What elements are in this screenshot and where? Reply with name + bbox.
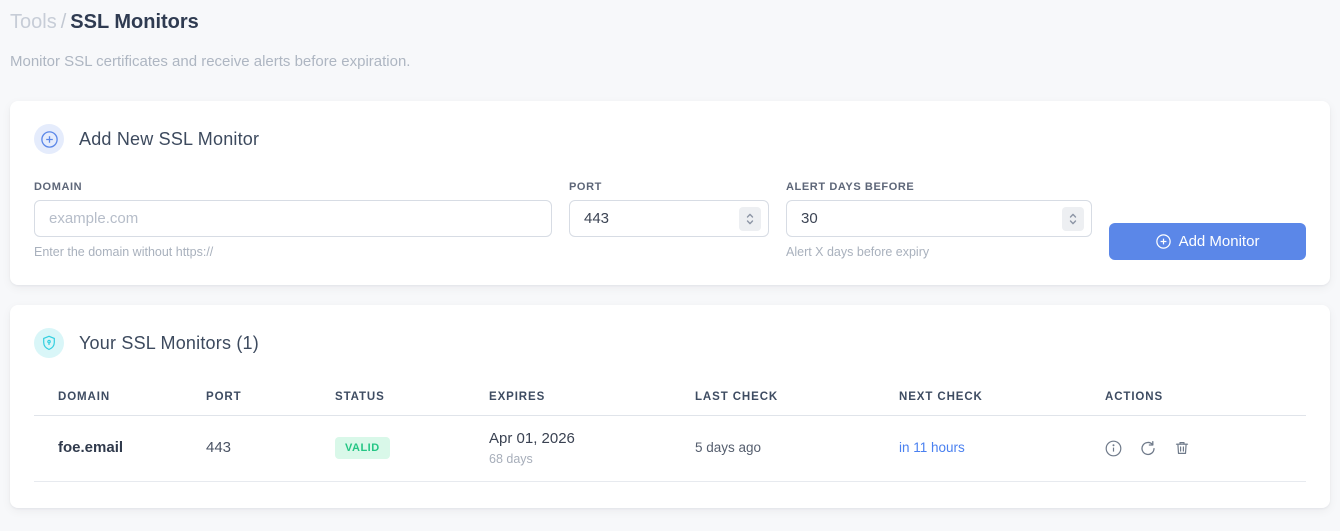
port-field-group: PORT bbox=[569, 181, 769, 260]
monitors-list-title: Your SSL Monitors (1) bbox=[79, 332, 259, 353]
page-title: SSL Monitors bbox=[70, 11, 199, 33]
add-monitor-card: Add New SSL Monitor DOMAIN Enter the dom… bbox=[10, 101, 1330, 285]
plus-circle-icon bbox=[1155, 234, 1171, 249]
column-header-expires: EXPIRES bbox=[489, 391, 695, 416]
add-monitor-form: DOMAIN Enter the domain without https://… bbox=[34, 181, 1306, 260]
column-header-port: PORT bbox=[206, 391, 335, 416]
domain-helper-text: Enter the domain without https:// bbox=[34, 245, 214, 259]
port-label: PORT bbox=[569, 181, 602, 193]
breadcrumb: Tools / SSL Monitors bbox=[10, 8, 1330, 36]
alert-days-input[interactable] bbox=[786, 200, 1092, 237]
row-actions bbox=[1105, 440, 1298, 457]
add-monitor-title: Add New SSL Monitor bbox=[79, 128, 260, 149]
submit-column: Add Monitor bbox=[1109, 181, 1306, 260]
monitor-domain: foe.email bbox=[58, 439, 124, 456]
monitor-next-check: in 11 hours bbox=[899, 440, 965, 455]
monitors-table: DOMAIN PORT STATUS EXPIRES LAST CHECK NE… bbox=[34, 391, 1306, 482]
table-header-row: DOMAIN PORT STATUS EXPIRES LAST CHECK NE… bbox=[34, 391, 1306, 416]
alert-days-field-group: ALERT DAYS BEFORE Alert X days before ex… bbox=[786, 181, 1092, 260]
add-monitor-card-header: Add New SSL Monitor bbox=[34, 124, 1306, 154]
breadcrumb-tools-link[interactable]: Tools bbox=[10, 11, 57, 33]
monitors-list-card: Your SSL Monitors (1) DOMAIN PORT STATUS… bbox=[10, 305, 1330, 508]
table-row: foe.email 443 VALID Apr 01, 2026 68 days… bbox=[34, 415, 1306, 482]
domain-input[interactable] bbox=[34, 200, 552, 237]
alert-days-helper-text: Alert X days before expiry bbox=[786, 245, 930, 259]
monitors-card-header: Your SSL Monitors (1) bbox=[34, 328, 1306, 358]
column-header-domain: DOMAIN bbox=[34, 391, 206, 416]
domain-label: DOMAIN bbox=[34, 181, 83, 193]
monitor-expiry-date: Apr 01, 2026 bbox=[489, 430, 575, 447]
monitor-last-check: 5 days ago bbox=[695, 440, 762, 455]
add-monitor-button-label: Add Monitor bbox=[1178, 233, 1260, 250]
monitor-expiry-days: 68 days bbox=[489, 452, 533, 466]
column-header-next-check: NEXT CHECK bbox=[899, 391, 1105, 416]
column-header-last-check: LAST CHECK bbox=[695, 391, 899, 416]
port-stepper[interactable] bbox=[739, 206, 761, 231]
page-subtitle: Monitor SSL certificates and receive ale… bbox=[10, 53, 411, 70]
add-monitor-button[interactable]: Add Monitor bbox=[1109, 223, 1306, 260]
refresh-icon[interactable] bbox=[1139, 440, 1156, 457]
monitor-port: 443 bbox=[206, 439, 232, 456]
shield-icon bbox=[34, 328, 64, 358]
column-header-actions: ACTIONS bbox=[1105, 391, 1306, 416]
plus-circle-icon bbox=[34, 124, 64, 154]
alert-days-stepper[interactable] bbox=[1062, 206, 1084, 231]
alert-days-label: ALERT DAYS BEFORE bbox=[786, 181, 915, 193]
column-header-status: STATUS bbox=[335, 391, 489, 416]
status-badge: VALID bbox=[335, 437, 390, 459]
trash-icon[interactable] bbox=[1173, 440, 1190, 457]
ssl-monitors-page: Tools / SSL Monitors Monitor SSL certifica… bbox=[0, 0, 1340, 508]
info-icon[interactable] bbox=[1105, 440, 1122, 457]
breadcrumb-separator: / bbox=[60, 11, 67, 33]
domain-field-group: DOMAIN Enter the domain without https:// bbox=[34, 181, 552, 260]
